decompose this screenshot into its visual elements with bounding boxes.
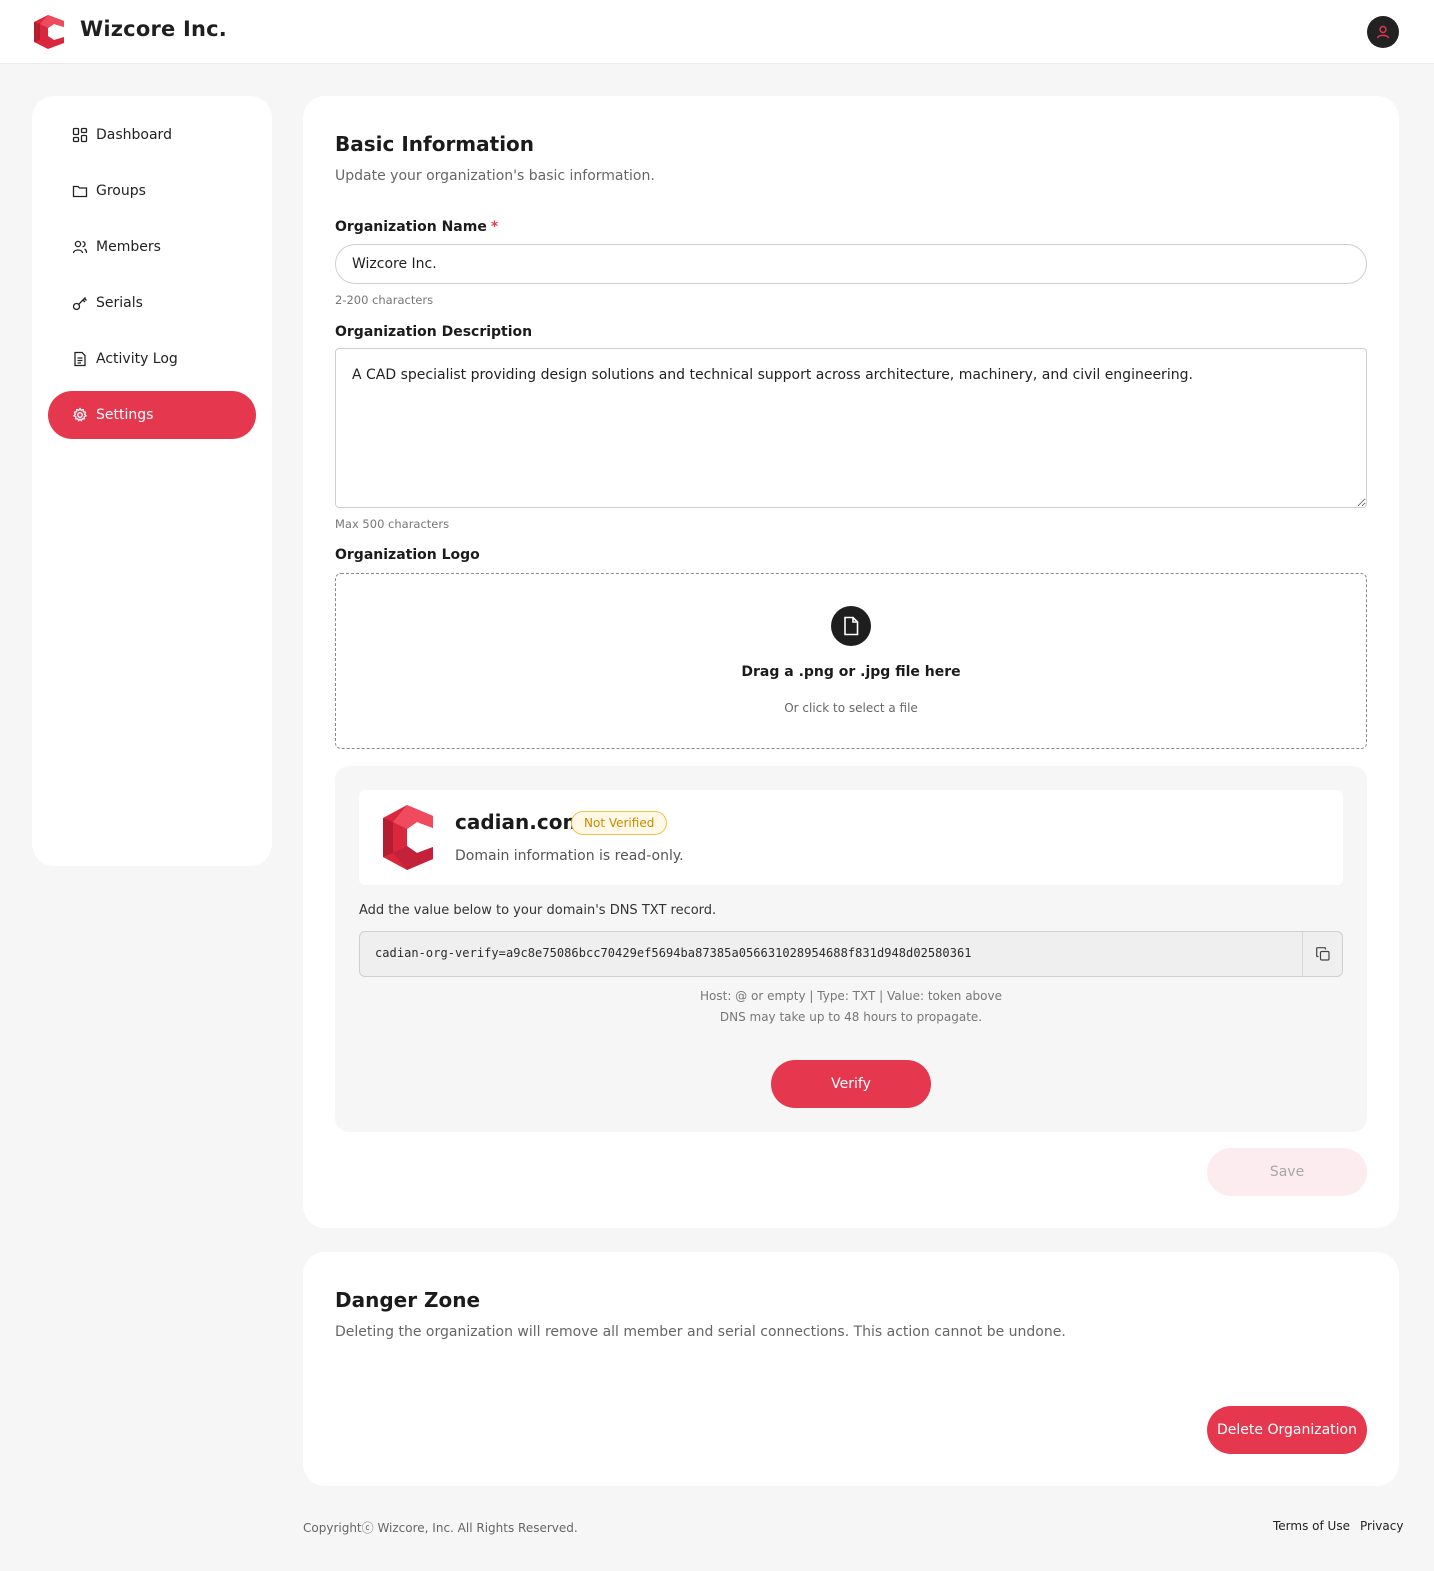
dropzone-title: Drag a .png or .jpg file here — [741, 664, 961, 680]
dns-hint-record: Host: @ or empty | Type: TXT | Value: to… — [700, 989, 1002, 1003]
copy-icon — [1315, 947, 1330, 961]
domain-card: cadian.com Not Verified Domain informati… — [359, 790, 1343, 885]
dashboard-icon — [72, 127, 88, 143]
document-icon — [72, 351, 88, 367]
dns-token-field[interactable]: cadian-org-verify=a9c8e75086bcc70429ef56… — [359, 931, 1343, 977]
gear-icon — [72, 407, 88, 423]
danger-zone-description: Deleting the organization will remove al… — [335, 1324, 1066, 1340]
users-icon — [72, 239, 88, 255]
user-icon — [1376, 25, 1390, 39]
sidebar-item-members[interactable]: Members — [48, 223, 256, 271]
org-name-label: Organization Name * — [335, 219, 498, 235]
sidebar-item-dashboard[interactable]: Dashboard — [48, 111, 256, 159]
terms-link[interactable]: Terms of Use — [1273, 1519, 1350, 1533]
domain-note: Domain information is read-only. — [455, 848, 684, 864]
sidebar-item-serials[interactable]: Serials — [48, 279, 256, 327]
privacy-link[interactable]: Privacy — [1360, 1519, 1403, 1533]
dropzone-subtitle: Or click to select a file — [784, 701, 918, 715]
sidebar-item-label: Serials — [96, 295, 143, 311]
org-description-label: Organization Description — [335, 324, 533, 340]
sidebar-item-label: Activity Log — [96, 351, 178, 367]
sidebar-item-label: Groups — [96, 183, 146, 199]
delete-organization-button[interactable]: Delete Organization — [1207, 1406, 1367, 1454]
sidebar: Dashboard Groups Members Serials Activit… — [32, 96, 272, 866]
dns-hint-propagation: DNS may take up to 48 hours to propagate… — [719, 1010, 983, 1024]
logo-dropzone[interactable]: Drag a .png or .jpg file here Or click t… — [335, 573, 1367, 749]
org-description-input[interactable]: A CAD specialist providing design soluti… — [335, 348, 1367, 508]
save-button[interactable]: Save — [1207, 1148, 1367, 1196]
danger-zone-title: Danger Zone — [335, 1288, 481, 1312]
dns-token-value: cadian-org-verify=a9c8e75086bcc70429ef56… — [375, 946, 972, 960]
org-name-hint: 2-200 characters — [335, 293, 434, 307]
brand-logo-icon[interactable] — [34, 15, 64, 49]
org-name-label-text: Organization Name — [335, 219, 487, 235]
section-subtitle: Update your organization's basic informa… — [335, 168, 655, 184]
sidebar-item-groups[interactable]: Groups — [48, 167, 256, 215]
sidebar-item-activity-log[interactable]: Activity Log — [48, 335, 256, 383]
folder-icon — [72, 183, 88, 199]
sidebar-item-label: Settings — [96, 407, 154, 423]
basic-info-card: Basic Information Update your organizati… — [303, 96, 1399, 1228]
sidebar-item-label: Dashboard — [96, 127, 172, 143]
danger-zone-card: Danger Zone Deleting the organization wi… — [303, 1252, 1399, 1486]
status-badge: Not Verified — [571, 811, 668, 835]
domain-panel: cadian.com Not Verified Domain informati… — [335, 766, 1367, 1132]
user-avatar[interactable] — [1367, 16, 1399, 48]
verify-button[interactable]: Verify — [771, 1060, 931, 1108]
sidebar-item-label: Members — [96, 239, 161, 255]
footer-copyright: Copyrightⓒ Wizcore, Inc. All Rights Rese… — [303, 1521, 578, 1535]
sidebar-item-settings[interactable]: Settings — [48, 391, 256, 439]
key-icon — [72, 295, 88, 311]
copy-button[interactable] — [1302, 932, 1342, 976]
file-icon — [831, 606, 871, 646]
required-mark: * — [490, 219, 499, 235]
org-description-hint: Max 500 characters — [335, 517, 450, 531]
domain-logo-icon — [383, 805, 433, 870]
dns-instruction: Add the value below to your domain's DNS… — [359, 903, 717, 918]
org-name-title: Wizcore Inc. — [80, 17, 227, 41]
section-title: Basic Information — [335, 132, 535, 156]
org-logo-label: Organization Logo — [335, 547, 480, 563]
org-name-input[interactable] — [335, 244, 1367, 284]
domain-name: cadian.com — [455, 810, 584, 834]
top-bar: Wizcore Inc. — [0, 0, 1434, 64]
